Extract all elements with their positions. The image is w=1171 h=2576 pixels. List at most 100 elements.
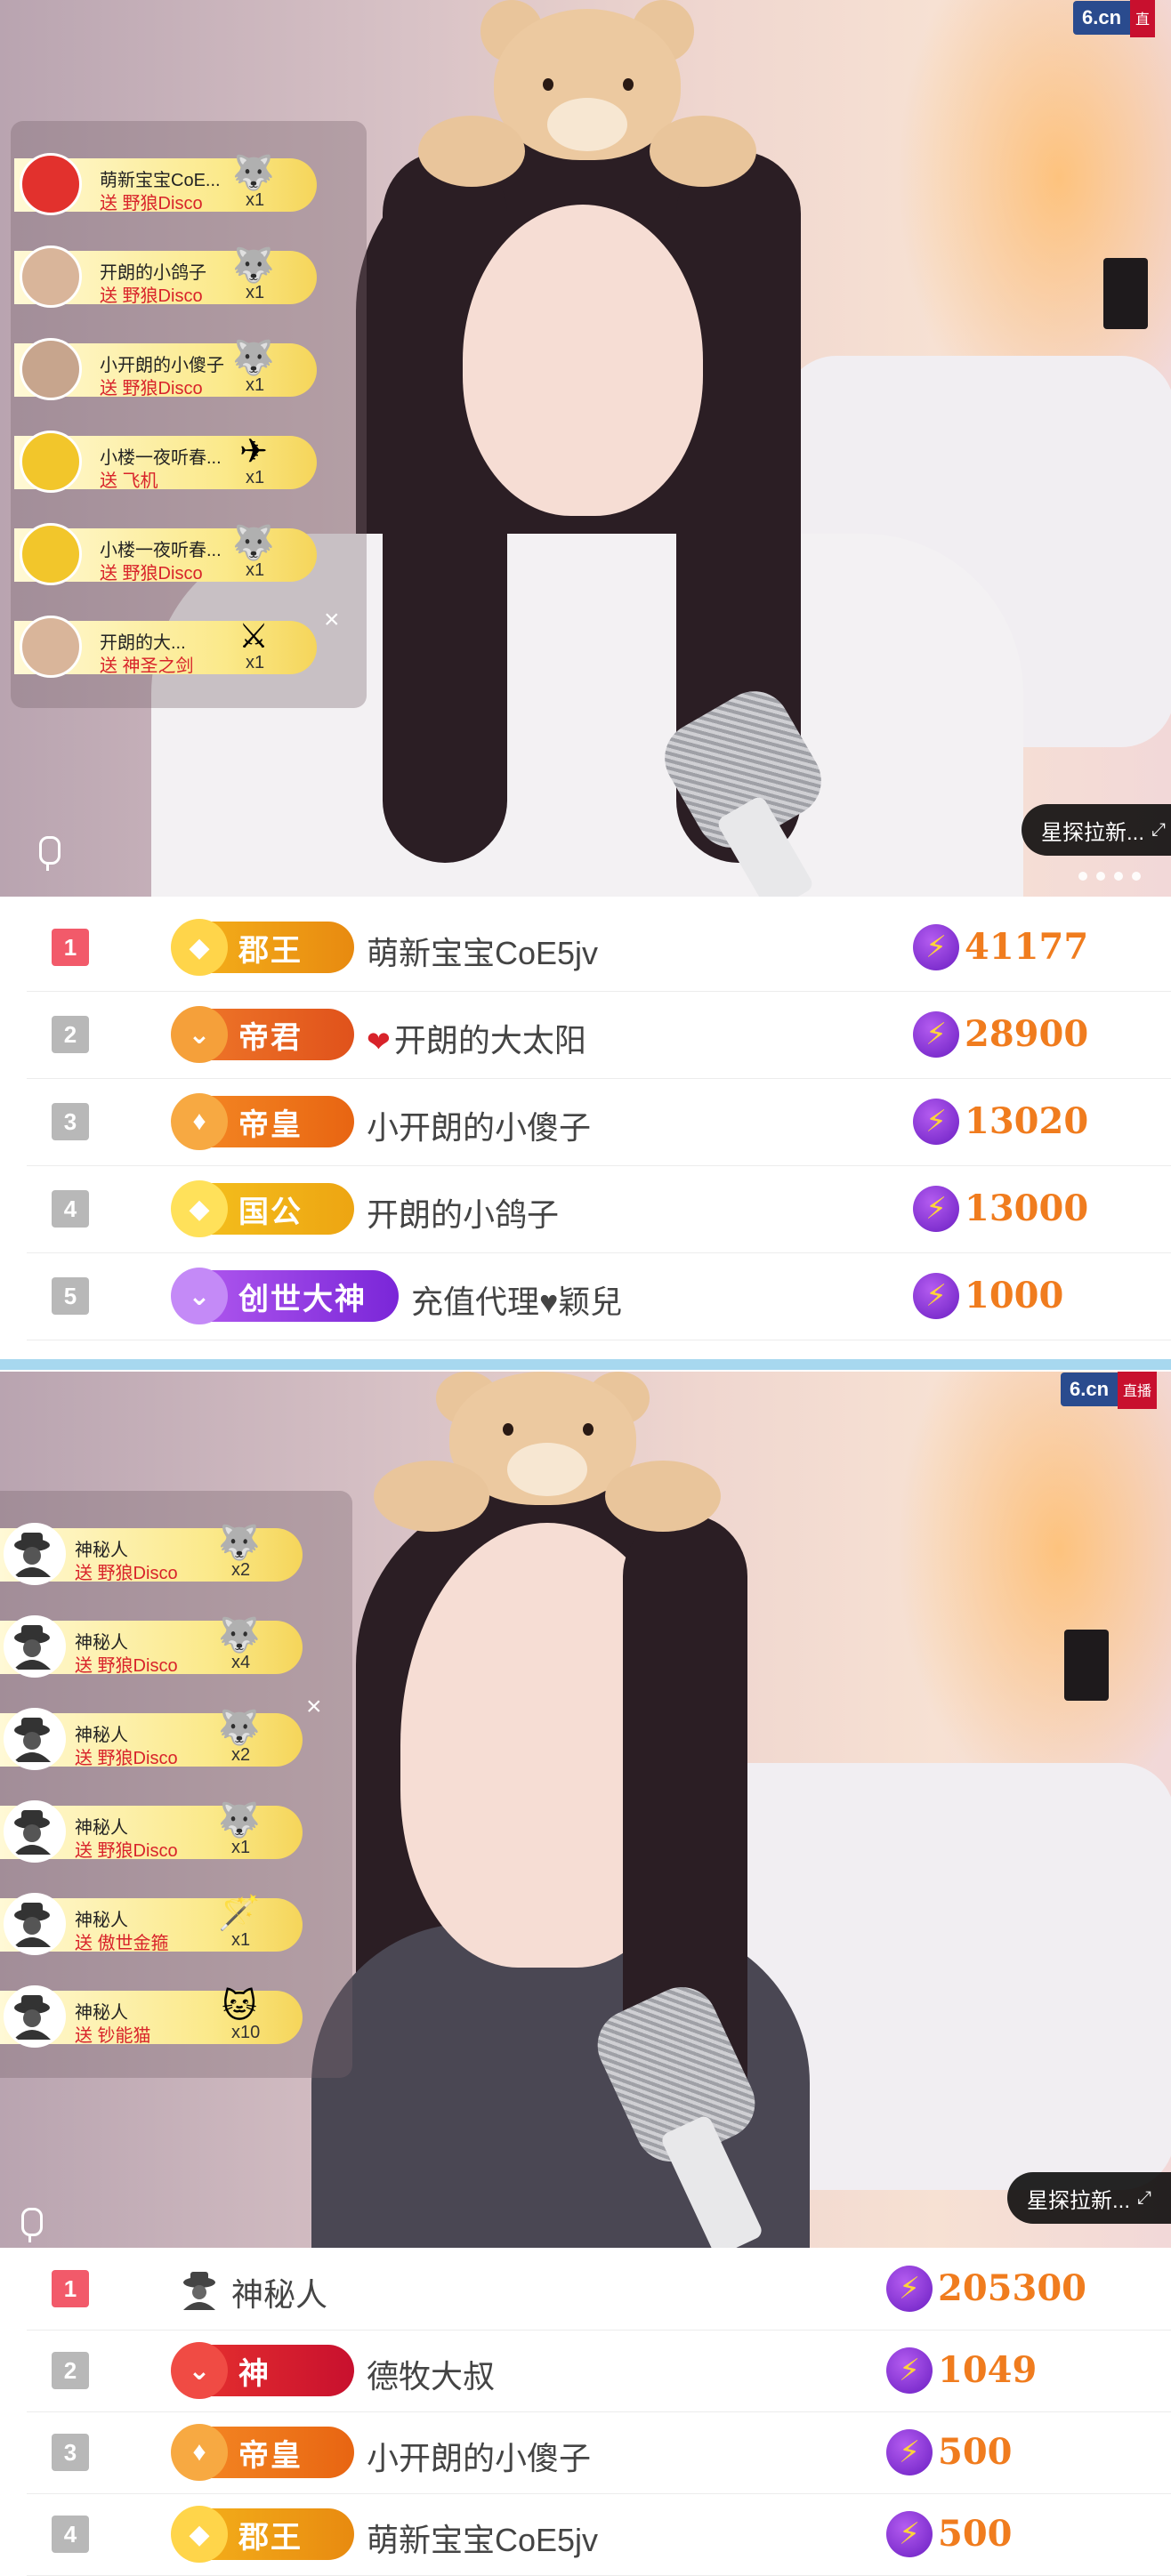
gift-feed-item[interactable]: 神秘人送 野狼Disco 🐺 x1 [0,1800,320,1864]
gift-count: x1 [246,653,265,672]
gift-feed-item[interactable]: 神秘人送 钞能猫 🐱 x10 [0,1985,320,2049]
rank-user-name[interactable]: 充值代理♥颖兒 [411,1276,622,1323]
close-gift-feed-icon[interactable]: × [306,1692,322,1722]
spy-icon [13,1995,51,2040]
carousel-dots[interactable] [1078,872,1141,881]
gift-feed-item[interactable]: 萌新宝宝CoE... 送 野狼Disco 🐺 x1 [14,153,335,217]
avatar[interactable] [20,431,82,493]
gift-count: x1 [246,190,265,210]
ranking-row[interactable]: 3 ♦ 帝皇 小开朗的小傻子 ⚡ 500 [27,2411,1171,2494]
lightning-coin-icon: ⚡ [886,2511,933,2557]
gift-feed-item[interactable]: 开朗的大... 送 神圣之剑 ⚔ x1 [14,616,335,680]
talent-tag-button[interactable]: 星探拉新... ⤢ [1022,804,1171,856]
live-stream-video-1[interactable]: 6.cn 直 萌新宝宝CoE... 送 野狼Disco 🐺 x1 开朗的小鸽子送 野狼D… [0,0,1171,897]
avatar[interactable] [20,153,82,215]
rank-number: 4 [52,2516,89,2553]
gift-feed-item[interactable]: 开朗的小鸽子送 野狼Disco 🐺 x1 [14,246,335,310]
expand-icon[interactable]: ⤢ [1137,2188,1151,2209]
gift-feed-item[interactable]: 小楼一夜听春... 送 飞机 ✈ x1 [14,431,335,495]
ranking-row[interactable]: 4 ◆ 郡王 萌新宝宝CoE5jv ⚡ 500 [27,2493,1171,2576]
ranking-row[interactable]: 1 ◆ 郡王 萌新宝宝CoE5jv ⚡ 41177 [27,904,1171,992]
level-badge-label: 帝皇 [238,2438,303,2473]
rank-user-name-text: 神秘人 [231,2276,328,2313]
talent-tag-button[interactable]: 星探拉新... ⤢ [1007,2172,1171,2224]
gift-feed-item[interactable]: 神秘人送 野狼Disco 🐺 x2 [0,1708,320,1772]
live-stream-video-2[interactable]: 6.cn 直播 神秘人送 野狼Disco 🐺 x2 神秘人送 野狼Disco 🐺 x4 神秘… [0,1372,1171,2248]
rank-user-name[interactable]: 德牧大叔 [367,2351,495,2397]
rank-user-name-text: 萌新宝宝CoE5jv [367,2522,599,2558]
gift-action: 送 野狼Disco [100,286,203,306]
gift-sender-name: 神秘人 [75,1818,128,1838]
ranking-row[interactable]: 3 ♦ 帝皇 小开朗的小傻子 ⚡ 13020 [27,1078,1171,1166]
streamer-hair-left [383,151,507,863]
rank-user-name[interactable]: 萌新宝宝CoE5jv [367,928,598,974]
avatar[interactable] [20,523,82,585]
gift-count: x1 [231,1930,251,1950]
anonymous-avatar[interactable] [4,1523,66,1585]
rank-user-name[interactable]: 神秘人 [231,2269,327,2315]
heart-icon: ❤ [367,1026,391,1058]
level-badge: ♦ 帝皇 [171,2424,354,2481]
bear-eye-right [583,1423,594,1436]
ranking-row[interactable]: 2 ⌄ 帝君 ❤ 开朗的大太阳 ⚡ 28900 [27,991,1171,1079]
lamp [1064,1630,1109,1701]
rank-number: 1 [52,929,89,966]
contribution-score: 205300 [938,2267,1086,2309]
rank-user-name[interactable]: ❤ 开朗的大太阳 [367,1015,586,1061]
rank-user-name-text: 充值代理♥颖兒 [411,1284,623,1320]
gift-feed-item[interactable]: 小楼一夜听春... 送 野狼Disco 🐺 x1 [14,523,335,587]
gift-action: 送 野狼Disco [100,379,203,398]
gift-action: 送 钞能猫 [75,2026,151,2046]
rank-number: 1 [52,2270,89,2307]
anonymous-avatar[interactable] [4,1985,66,2048]
contribution-score: 1000 [965,1275,1064,1316]
close-gift-feed-icon[interactable]: × [324,605,340,635]
rank-user-name[interactable]: 小开朗的小傻子 [367,2433,591,2479]
level-badge-label: 神 [238,2356,271,2391]
ranking-row[interactable]: 4 ◆ 国公 开朗的小鸽子 ⚡ 13000 [27,1165,1171,1253]
bear-paw-right [650,116,756,187]
gift-feed-item[interactable]: 神秘人送 野狼Disco 🐺 x2 [0,1523,320,1587]
ranking-row[interactable]: 5 ⌄ 创世大神 充值代理♥颖兒 ⚡ 1000 [27,1252,1171,1340]
contribution-score: 28900 [965,1013,1089,1055]
gift-action: 送 神圣之剑 [100,656,194,676]
gift-feed-item[interactable]: 神秘人送 傲世金箍 🪄 x1 [0,1893,320,1957]
gift-sender-name: 萌新宝宝CoE... [100,171,221,190]
rank-user-name[interactable]: 小开朗的小傻子 [367,1102,591,1148]
streamer-face [463,205,703,516]
rank-number: 2 [52,1016,89,1053]
rank-user-name[interactable]: 开朗的小鸽子 [367,1189,559,1236]
gift-sender-name: 小楼一夜听春... [100,448,222,468]
anonymous-avatar[interactable] [4,1615,66,1678]
expand-icon[interactable]: ⤢ [1151,820,1166,841]
gift-sender-name: 神秘人 [75,2003,128,2023]
avatar[interactable] [20,246,82,308]
rank-user-name[interactable]: 萌新宝宝CoE5jv [367,2515,598,2561]
contribution-score: 41177 [965,926,1089,968]
badge-medal-icon: ♦ [171,2424,228,2481]
gift-count: x4 [231,1653,251,1672]
contribution-score: 500 [938,2431,1013,2473]
ranking-row[interactable]: 1 神秘人 ⚡ 205300 [27,2248,1171,2330]
rank-number: 3 [52,2434,89,2471]
gift-action: 送 野狼Disco [75,1841,178,1861]
avatar[interactable] [20,616,82,678]
contribution-score: 1049 [938,2349,1038,2391]
badge-medal-icon: ◆ [171,919,228,976]
gift-action: 送 野狼Disco [100,564,203,584]
level-badge-label: 帝皇 [238,1107,303,1142]
gift-count: x1 [246,468,265,487]
bear-eye-left [543,78,553,91]
ranking-row[interactable]: 2 ⌄ 神德牧大叔 ⚡ 1049 [27,2330,1171,2412]
gift-feed-item[interactable]: 小开朗的小傻子送 野狼Disco 🐺 x1 [14,338,335,402]
gift-feed-item[interactable]: 神秘人送 野狼Disco 🐺 x4 [0,1615,320,1679]
anonymous-avatar[interactable] [4,1893,66,1955]
level-badge: ⌄ 神 [171,2342,354,2399]
anonymous-avatar[interactable] [4,1708,66,1770]
avatar[interactable] [20,338,82,400]
level-badge-label: 郡王 [238,2520,303,2555]
anonymous-avatar[interactable] [4,1800,66,1863]
gift-action: 送 傲世金箍 [75,1934,169,1953]
microphone-icon[interactable] [21,2208,43,2242]
microphone-icon[interactable] [39,836,61,871]
